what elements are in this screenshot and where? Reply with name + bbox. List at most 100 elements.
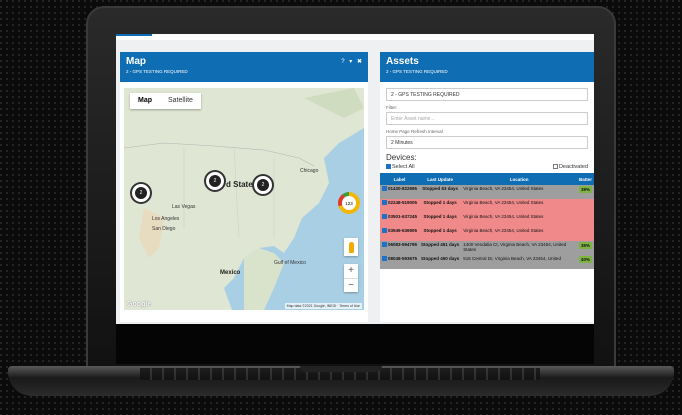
device-label: 02248-519005 bbox=[388, 200, 418, 205]
map-panel-header: Map 2 - GPS TESTING REQUIRED ? ▾ ✖ bbox=[120, 52, 368, 82]
device-label: 01430-822695 bbox=[388, 186, 418, 191]
table-row[interactable]: 03501-637245 Stopped 1 days Virginia Beach… bbox=[380, 213, 594, 227]
device-battery-cell bbox=[576, 213, 594, 227]
table-row[interactable]: 02248-519005 Stopped 1 days Virginia Beach… bbox=[380, 199, 594, 213]
battery-badge: 40% bbox=[578, 256, 592, 263]
map-label-san-diego: San Diego bbox=[152, 226, 176, 232]
device-label-cell[interactable]: 03501-637245 bbox=[380, 213, 420, 227]
map-label-las-vegas: Las Vegas bbox=[172, 204, 196, 210]
device-location: Virginia Beach, VA 23454, United States bbox=[461, 227, 577, 241]
checkbox-empty-icon bbox=[552, 164, 558, 170]
device-location: Virginia Beach, VA 23454, United States bbox=[461, 185, 577, 199]
col-location[interactable]: Location bbox=[461, 173, 577, 185]
map-type-tabs: Map Satellite bbox=[130, 93, 201, 109]
device-last-update: Stopped 451 days bbox=[419, 241, 462, 255]
battery-badge: 39% bbox=[578, 186, 592, 193]
checkbox-checked-icon[interactable] bbox=[382, 186, 387, 192]
device-label-cell[interactable]: 06083-594795 bbox=[380, 241, 420, 255]
col-battery[interactable]: Batter bbox=[576, 173, 594, 185]
help-icon[interactable]: ? bbox=[341, 59, 344, 65]
device-label-cell[interactable]: 03949-636905 bbox=[380, 227, 420, 241]
device-label-cell[interactable]: 08048-593675 bbox=[380, 255, 420, 269]
cluster-count: 123 bbox=[342, 196, 356, 210]
device-select-row: Select All Deactivated bbox=[386, 164, 588, 170]
chevron-down-icon[interactable]: ▾ bbox=[349, 59, 352, 65]
device-last-update: Stopped 1 days bbox=[419, 213, 462, 227]
device-label-cell[interactable]: 02248-519005 bbox=[380, 199, 420, 213]
table-row[interactable]: 06083-594795 Stopped 451 days 1400 Vendali… bbox=[380, 241, 594, 255]
marker-cluster[interactable]: 2 bbox=[206, 172, 224, 190]
table-header-row: Label Last Update Location Batter bbox=[380, 173, 594, 185]
device-label: 06083-594795 bbox=[388, 242, 418, 247]
table-row[interactable]: 08048-593675 Stopped 450 days 515 Central … bbox=[380, 255, 594, 269]
marker-cluster-large[interactable]: 123 bbox=[338, 192, 360, 214]
checkbox-checked-icon[interactable] bbox=[382, 256, 387, 262]
screen-bezel bbox=[116, 324, 594, 364]
tab-map[interactable]: Map bbox=[130, 93, 160, 109]
device-location: 515 Central Dr, Virginia Beach, VA 23454… bbox=[461, 255, 577, 269]
laptop-notch bbox=[300, 366, 382, 372]
map-label-los-angeles: Los Angeles bbox=[152, 216, 180, 222]
marker-cluster[interactable]: 2 bbox=[254, 176, 272, 194]
device-battery-cell bbox=[576, 199, 594, 213]
map-panel-title: Map bbox=[126, 56, 146, 67]
zoom-out-button[interactable]: − bbox=[344, 278, 358, 292]
checkbox-checked-icon[interactable] bbox=[382, 228, 387, 234]
device-label-cell[interactable]: 01430-822695 bbox=[380, 185, 420, 199]
table-row[interactable]: 01430-822695 Stopped 63 days Virginia Beac… bbox=[380, 185, 594, 199]
deactivated-label: Deactivated bbox=[558, 164, 588, 170]
assets-body: 2 - GPS TESTING REQUIRED Filter: Enter A… bbox=[380, 82, 594, 269]
map-panel-controls: ? ▾ ✖ bbox=[338, 58, 362, 65]
filter-label: Filter: bbox=[386, 105, 398, 110]
app-screen: Map 2 - GPS TESTING REQUIRED ? ▾ ✖ Map S… bbox=[116, 34, 594, 324]
deactivated-checkbox[interactable]: Deactivated bbox=[552, 164, 588, 170]
map-label-chicago: Chicago bbox=[300, 168, 319, 174]
device-label: 03949-636905 bbox=[388, 228, 418, 233]
device-label: 03501-637245 bbox=[388, 214, 418, 219]
device-last-update: Stopped 1 days bbox=[419, 227, 462, 241]
device-last-update: Stopped 63 days bbox=[419, 185, 462, 199]
google-logo: Google bbox=[127, 301, 152, 308]
table-row[interactable]: 03949-636905 Stopped 1 days Virginia Beach… bbox=[380, 227, 594, 241]
col-last-update[interactable]: Last Update bbox=[419, 173, 462, 185]
map-label-mexico: Mexico bbox=[220, 270, 241, 276]
zoom-controls: + − bbox=[344, 264, 358, 292]
asset-filter-input[interactable]: Enter Asset name... bbox=[386, 112, 588, 125]
device-label: 08048-593675 bbox=[388, 256, 418, 261]
select-all-checkbox[interactable]: Select All bbox=[386, 164, 415, 170]
assets-panel-header: Assets 2 - GPS TESTING REQUIRED bbox=[380, 52, 594, 82]
devices-title: Devices: bbox=[386, 153, 417, 162]
group-select[interactable]: 2 - GPS TESTING REQUIRED bbox=[386, 88, 588, 101]
checkbox-checked-icon[interactable] bbox=[382, 200, 387, 206]
refresh-interval-select[interactable]: 2 Minutes bbox=[386, 136, 588, 149]
device-last-update: Stopped 450 days bbox=[419, 255, 462, 269]
device-battery-cell bbox=[576, 227, 594, 241]
assets-panel-subtitle: 2 - GPS TESTING REQUIRED bbox=[386, 69, 448, 74]
device-location: 1400 Vendalia Ct, Virginia Beach, VA 234… bbox=[461, 241, 577, 255]
col-label[interactable]: Label bbox=[380, 173, 420, 185]
device-location: Virginia Beach, VA 23454, United States bbox=[461, 213, 577, 227]
battery-badge: 35% bbox=[578, 242, 592, 249]
map-label-gulf: Gulf of Mexico bbox=[274, 260, 306, 266]
close-icon[interactable]: ✖ bbox=[357, 59, 362, 65]
checkbox-checked-icon[interactable] bbox=[382, 214, 387, 220]
device-last-update: Stopped 1 days bbox=[419, 199, 462, 213]
marker-cluster[interactable]: 2 bbox=[132, 184, 150, 202]
device-battery-cell: 39% bbox=[576, 185, 594, 199]
device-battery-cell: 40% bbox=[576, 255, 594, 269]
street-view-pegman-icon[interactable] bbox=[344, 238, 358, 256]
map-land-shapes bbox=[124, 88, 364, 310]
assets-panel-title: Assets bbox=[386, 56, 419, 67]
tab-satellite[interactable]: Satellite bbox=[160, 93, 201, 109]
top-tab-strip bbox=[116, 34, 594, 40]
zoom-in-button[interactable]: + bbox=[344, 264, 358, 278]
map-label-state: d State bbox=[226, 180, 253, 189]
map-panel: Map 2 - GPS TESTING REQUIRED ? ▾ ✖ Map S… bbox=[120, 52, 368, 322]
map-panel-subtitle: 2 - GPS TESTING REQUIRED bbox=[126, 69, 188, 74]
map-attribution[interactable]: Map data ©2021 Google, INEGI · Terms of … bbox=[284, 303, 362, 309]
active-tab-indicator bbox=[116, 34, 152, 36]
assets-panel: Assets 2 - GPS TESTING REQUIRED 2 - GPS … bbox=[380, 52, 594, 322]
device-location: Virginia Beach, VA 23454, United States bbox=[461, 199, 577, 213]
map-canvas[interactable]: Map Satellite d State Mexico Gulf of Mex… bbox=[124, 88, 364, 310]
checkbox-checked-icon[interactable] bbox=[382, 242, 387, 248]
